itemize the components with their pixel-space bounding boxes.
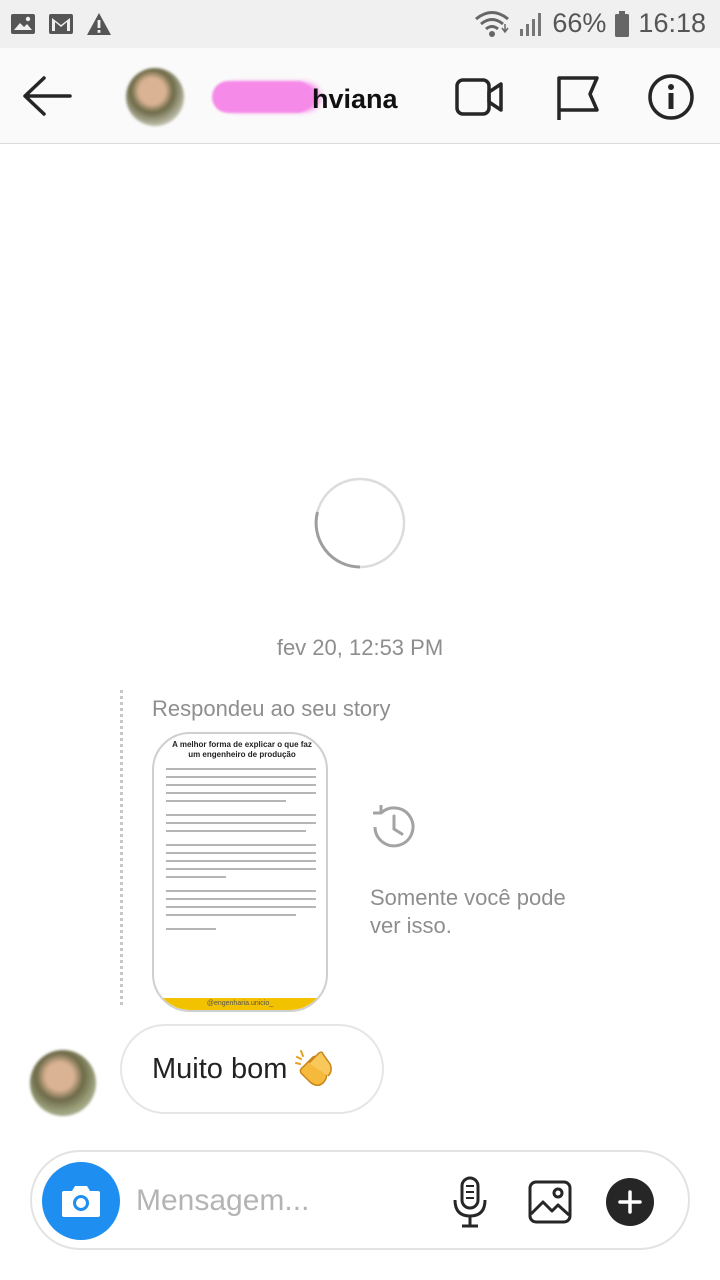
- only-you-note: Somente você pode ver isso.: [370, 885, 566, 938]
- username[interactable]: hviana: [312, 84, 398, 115]
- camera-icon: [62, 1186, 100, 1217]
- add-content-button[interactable]: [606, 1178, 654, 1226]
- story-footer: @engenharia.unicio_: [154, 998, 326, 1010]
- battery-icon: [615, 10, 630, 37]
- redacted-name-mark: [212, 81, 314, 113]
- signal-icon: [520, 12, 542, 36]
- clock: 16:18: [638, 8, 706, 38]
- chat-header: hviana: [0, 48, 720, 144]
- info-icon[interactable]: [646, 72, 696, 122]
- gallery-icon[interactable]: [528, 1180, 572, 1224]
- story-preview[interactable]: A melhor forma de explicar o que faz um …: [152, 732, 328, 1012]
- avatar[interactable]: [30, 1050, 96, 1116]
- message-text: Muito bom: [152, 1052, 288, 1085]
- flag-icon[interactable]: [552, 72, 602, 122]
- message-bubble[interactable]: Muito bom: [120, 1024, 384, 1114]
- back-arrow-icon[interactable]: [20, 74, 76, 118]
- story-reply-label: Respondeu ao seu story: [152, 696, 391, 721]
- clapping-hands-icon: [295, 1050, 333, 1086]
- story-title: A melhor forma de explicar o que faz um …: [172, 740, 312, 759]
- microphone-icon[interactable]: [450, 1176, 490, 1228]
- loading-spinner-icon: [314, 477, 406, 569]
- camera-button[interactable]: [42, 1162, 120, 1240]
- video-call-icon[interactable]: [454, 72, 504, 122]
- gallery-notification-icon: [11, 14, 35, 34]
- thread-timestamp: fev 20, 12:53 PM: [276, 635, 444, 660]
- battery-percent: 66%: [552, 8, 607, 38]
- message-input[interactable]: [136, 1178, 436, 1224]
- gmail-icon: [49, 14, 73, 34]
- avatar[interactable]: [126, 68, 184, 126]
- wifi-icon: [475, 10, 510, 37]
- reply-thread-line: [120, 690, 123, 1005]
- warning-icon: [87, 13, 111, 35]
- status-bar: 66% 16:18: [0, 0, 720, 48]
- history-icon: [373, 805, 415, 848]
- plus-icon: [618, 1190, 642, 1214]
- message-composer: [30, 1150, 690, 1250]
